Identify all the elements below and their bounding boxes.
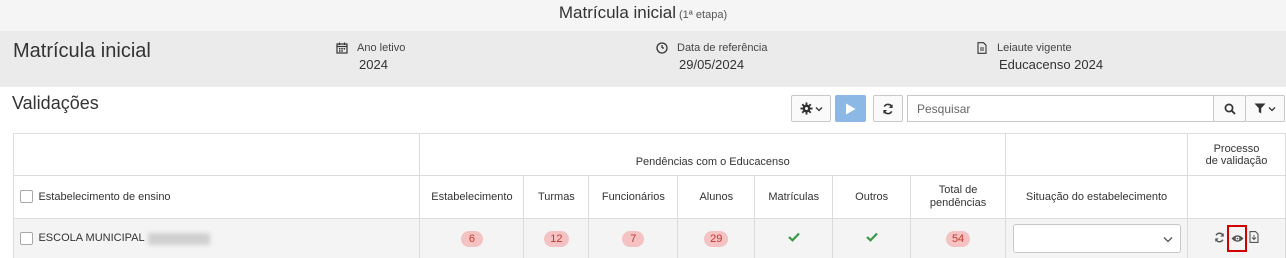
page-title: Matrícula inicial <box>13 40 151 62</box>
run-validation-button[interactable] <box>835 95 866 122</box>
section-title: Validações <box>12 93 99 113</box>
data-referencia-label: Data de referência <box>677 42 768 54</box>
processo-header: Processo de validação <box>1187 133 1286 176</box>
filter-icon <box>1254 103 1266 114</box>
header-empty <box>12 133 421 176</box>
refresh-button[interactable] <box>873 95 903 122</box>
ano-letivo-block: Ano letivo 2024 <box>335 42 405 72</box>
header-title: Matrícula inicial <box>558 3 677 22</box>
situacao-select[interactable] <box>1012 224 1181 253</box>
document-icon <box>977 42 987 54</box>
view-button[interactable] <box>1227 225 1247 252</box>
chevron-down-icon <box>1268 106 1276 111</box>
check-icon <box>787 232 800 242</box>
play-icon <box>846 103 856 114</box>
info-bar: Matrícula inicial Ano letivo 2024 Data d… <box>0 31 1286 87</box>
leiaute-block: Leiaute vigente Educacenso 2024 <box>975 42 1103 72</box>
col-outros[interactable]: Outros <box>832 175 912 219</box>
search-icon <box>1224 103 1236 115</box>
row-checkbox[interactable] <box>19 232 33 245</box>
col-alunos[interactable]: Alunos <box>677 175 756 219</box>
col-funcionarios[interactable]: Funcionários <box>588 175 679 219</box>
top-header: Matrícula inicial (1ª etapa) <box>0 0 1286 31</box>
eye-icon <box>1230 235 1244 242</box>
ano-letivo-value: 2024 <box>359 57 388 72</box>
pendencias-funcionarios-badge[interactable]: 7 <box>622 230 645 247</box>
refresh-icon <box>1215 232 1224 242</box>
check-icon <box>865 232 878 242</box>
revalidate-button[interactable] <box>1214 232 1225 246</box>
total-pendencias-badge[interactable]: 54 <box>945 230 971 247</box>
school-name: ESCOLA MUNICIPAL <box>38 232 145 245</box>
search-input[interactable] <box>907 95 1214 122</box>
ano-letivo-label: Ano letivo <box>357 42 406 54</box>
leiaute-value: Educacenso 2024 <box>999 57 1104 72</box>
data-referencia-block: Data de referência 29/05/2024 <box>655 42 768 72</box>
search-button[interactable] <box>1213 95 1246 122</box>
select-all-checkbox[interactable] <box>19 190 33 204</box>
chevron-down-icon <box>1163 237 1172 243</box>
col-estabelecimento-ensino[interactable]: Estabelecimento de ensino <box>38 175 421 219</box>
col-situacao[interactable]: Situação do estabelecimento <box>1005 175 1188 219</box>
col-matriculas[interactable]: Matrículas <box>754 175 834 219</box>
header-subtitle: (1ª etapa) <box>679 9 728 21</box>
col-total-pendencias[interactable]: Total de pendências <box>910 175 1007 219</box>
chevron-down-icon <box>815 106 822 111</box>
pendencias-group-header: Pendências com o Educacenso <box>419 133 1007 176</box>
report-button[interactable] <box>1249 231 1259 246</box>
refresh-icon <box>883 103 893 114</box>
settings-dropdown-button[interactable] <box>791 95 831 122</box>
file-icon <box>1249 231 1259 243</box>
validations-table: Pendências com o Educacenso Processo de v… <box>12 133 1286 258</box>
col-estabelecimento[interactable]: Estabelecimento <box>419 175 525 219</box>
col-processo <box>1187 175 1286 219</box>
pendencias-alunos-badge[interactable]: 29 <box>704 230 729 247</box>
gear-icon <box>799 102 813 115</box>
table-row: ESCOLA MUNICIPAL 6 12 7 29 54 <box>13 218 1286 258</box>
redacted-text <box>147 232 210 245</box>
leiaute-label: Leiaute vigente <box>997 42 1072 54</box>
pendencias-estabelecimento-badge[interactable]: 6 <box>460 230 483 247</box>
clock-icon <box>656 42 668 54</box>
data-referencia-value: 29/05/2024 <box>679 57 745 72</box>
col-turmas[interactable]: Turmas <box>523 175 590 219</box>
calendar-icon <box>336 42 348 54</box>
filter-dropdown-button[interactable] <box>1245 95 1285 122</box>
header-empty <box>1005 133 1188 176</box>
pendencias-turmas-badge[interactable]: 12 <box>544 230 569 247</box>
